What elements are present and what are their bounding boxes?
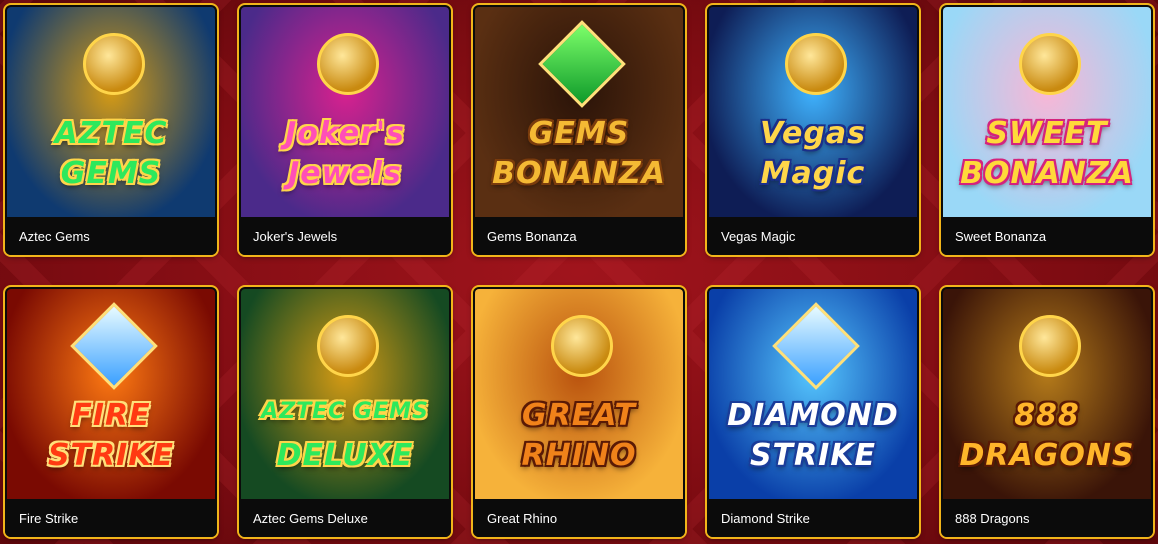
game-thumbnail[interactable]: AZTEC GEMS [7, 7, 215, 217]
game-logo-text: Vegas [760, 116, 866, 151]
game-title[interactable]: Great Rhino [473, 499, 685, 537]
game-title[interactable]: 888 Dragons [941, 499, 1153, 537]
game-logo-text: BONANZA [960, 156, 1134, 191]
game-card-vegas-magic[interactable]: Vegas Magic Vegas Magic [707, 5, 919, 255]
diamond-icon [772, 302, 860, 390]
game-thumbnail[interactable]: GEMS BONANZA [475, 7, 683, 217]
candy-icon [1019, 33, 1081, 95]
game-title[interactable]: Joker's Jewels [239, 217, 451, 255]
game-logo-text: DRAGONS [959, 438, 1135, 473]
game-logo-text: DELUXE [276, 438, 414, 473]
game-card-sweet-bonanza[interactable]: SWEET BONANZA Sweet Bonanza [941, 5, 1153, 255]
game-logo-text: Jewels [288, 156, 402, 191]
game-card-gems-bonanza[interactable]: GEMS BONANZA Gems Bonanza [473, 5, 685, 255]
rhino-icon [551, 315, 613, 377]
jester-mask-icon [317, 33, 379, 95]
game-card-888-dragons[interactable]: 888 DRAGONS 888 Dragons [941, 287, 1153, 537]
game-title[interactable]: Aztec Gems [5, 217, 217, 255]
game-card-great-rhino[interactable]: GREAT RHINO Great Rhino [473, 287, 685, 537]
game-thumbnail[interactable]: GREAT RHINO [475, 289, 683, 499]
game-title[interactable]: Fire Strike [5, 499, 217, 537]
game-logo-text: RHINO [521, 438, 637, 473]
game-logo-text: BONANZA [492, 156, 666, 191]
game-logo-text: STRIKE [749, 438, 877, 473]
aztec-mask-icon [83, 33, 145, 95]
magician-icon [785, 33, 847, 95]
game-card-diamond-strike[interactable]: DIAMOND STRIKE Diamond Strike [707, 287, 919, 537]
game-logo-text: 888 [1014, 398, 1080, 433]
game-logo-text: GREAT [521, 398, 637, 433]
game-logo-text: GEMS [528, 116, 630, 151]
game-logo-text: Joker's [285, 116, 405, 151]
game-card-joker-s-jewels[interactable]: Joker's Jewels Joker's Jewels [239, 5, 451, 255]
game-card-aztec-gems[interactable]: AZTEC GEMS Aztec Gems [5, 5, 217, 255]
game-logo-text: Magic [760, 156, 866, 191]
game-thumbnail[interactable]: SWEET BONANZA [943, 7, 1151, 217]
emerald-icon [538, 20, 626, 108]
game-title[interactable]: Sweet Bonanza [941, 217, 1153, 255]
game-title[interactable]: Vegas Magic [707, 217, 919, 255]
game-thumbnail[interactable]: AZTEC GEMS DELUXE [241, 289, 449, 499]
game-thumbnail[interactable]: 888 DRAGONS [943, 289, 1151, 499]
game-title[interactable]: Gems Bonanza [473, 217, 685, 255]
diamond-icon [70, 302, 158, 390]
game-logo-text: DIAMOND [727, 398, 899, 433]
dragon-icon [1019, 315, 1081, 377]
game-thumbnail[interactable]: Vegas Magic [709, 7, 917, 217]
game-thumbnail[interactable]: DIAMOND STRIKE [709, 289, 917, 499]
game-title[interactable]: Diamond Strike [707, 499, 919, 537]
game-logo-text: AZTEC [54, 116, 168, 151]
game-logo-text: STRIKE [47, 438, 175, 473]
game-thumbnail[interactable]: Joker's Jewels [241, 7, 449, 217]
game-logo-text: SWEET [986, 116, 1108, 151]
game-grid: AZTEC GEMS Aztec Gems Joker's Jewels Joker's … [0, 0, 1158, 544]
game-card-fire-strike[interactable]: FIRE STRIKE Fire Strike [5, 287, 217, 537]
game-title[interactable]: Aztec Gems Deluxe [239, 499, 451, 537]
game-logo-text: GEMS [60, 156, 162, 191]
game-logo-text: AZTEC GEMS [261, 399, 429, 424]
game-thumbnail[interactable]: FIRE STRIKE [7, 289, 215, 499]
aztec-mask-icon [317, 315, 379, 377]
game-card-aztec-gems-deluxe[interactable]: AZTEC GEMS DELUXE Aztec Gems Deluxe [239, 287, 451, 537]
game-logo-text: FIRE [71, 398, 151, 433]
